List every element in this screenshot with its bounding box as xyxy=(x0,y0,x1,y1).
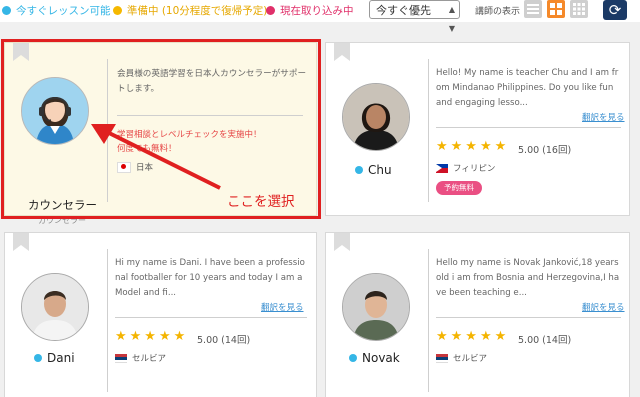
portrait-icon xyxy=(22,274,88,340)
teacher-photo-dani xyxy=(21,273,89,341)
teacher-card-dani[interactable]: Dani Hi my name is Dani. I have been a p… xyxy=(4,232,317,397)
free-booking-badge: 予約無料 xyxy=(436,181,482,195)
teacher-country: セルビア xyxy=(115,352,166,364)
tile-view-icon xyxy=(573,3,585,15)
bookmark-icon[interactable] xyxy=(13,233,29,251)
serbia-flag-icon xyxy=(115,353,127,363)
card-divider xyxy=(107,249,108,392)
teacher-name-label: Dani xyxy=(47,351,75,365)
teacher-photo-novak xyxy=(342,273,410,341)
rating-value: 5.00 (16回) xyxy=(518,145,572,156)
teacher-country: フィリピン xyxy=(436,162,495,174)
status-in-booking: 現在取り込み中 xyxy=(266,3,354,18)
teacher-name-label: Chu xyxy=(368,163,392,177)
teacher-country-label: セルビア xyxy=(453,354,488,364)
teacher-name-dani[interactable]: Dani xyxy=(34,351,75,365)
status-available-label: 今すぐレッスン可能 xyxy=(16,5,111,17)
card-rule xyxy=(115,317,307,318)
card-rule xyxy=(436,127,621,128)
card-divider xyxy=(428,249,429,392)
status-busy-label: 現在取り込み中 xyxy=(280,5,354,17)
status-preparing-label: 準備中 (10分程度で復帰予定) xyxy=(127,5,268,17)
rating-value: 5.00 (14回) xyxy=(197,335,251,346)
serbia-flag-icon xyxy=(436,353,448,363)
online-status-icon xyxy=(34,354,42,362)
teacher-card-novak[interactable]: Novak Hello my name is Novak Janković,18… xyxy=(325,232,630,397)
teacher-card-chu[interactable]: Chu Hello! My name is teacher Chu and I … xyxy=(325,42,630,216)
display-label: 講師の表示 xyxy=(475,7,521,17)
card-divider xyxy=(428,59,429,202)
list-view-icon xyxy=(527,4,539,14)
teacher-intro: Hello! My name is teacher Chu and I am f… xyxy=(436,68,619,108)
busy-dot-icon xyxy=(266,6,275,15)
sort-select-value: 今すぐ優先 xyxy=(376,4,431,17)
teacher-country: セルビア xyxy=(436,352,487,364)
teacher-intro: Hello my name is Novak Janković,18 years… xyxy=(436,258,620,298)
sort-select[interactable]: 今すぐ優先 ▲ ▼ xyxy=(369,0,460,33)
bookmark-icon[interactable] xyxy=(334,43,350,61)
rating-value: 5.00 (14回) xyxy=(518,335,572,346)
card-rule xyxy=(436,317,621,318)
translate-link[interactable]: 翻訳を見る xyxy=(261,301,304,313)
tile-view-button[interactable] xyxy=(570,0,588,18)
rating-stars-icon: ★★★★★ xyxy=(436,329,510,344)
philippines-flag-icon xyxy=(436,163,448,173)
portrait-icon xyxy=(343,84,409,150)
teacher-country-label: フィリピン xyxy=(453,164,496,174)
refresh-icon: ⟳ xyxy=(608,1,622,19)
online-status-icon xyxy=(349,354,357,362)
preparing-dot-icon xyxy=(113,6,122,15)
teacher-intro: Hi my name is Dani. I have been a profes… xyxy=(115,258,305,298)
rating-stars-icon: ★★★★★ xyxy=(436,139,510,154)
portrait-icon xyxy=(343,274,409,340)
teacher-name-novak[interactable]: Novak xyxy=(349,351,400,365)
grid-view-icon xyxy=(550,3,562,15)
rating-stars-icon: ★★★★★ xyxy=(115,329,189,344)
teacher-name-chu[interactable]: Chu xyxy=(355,163,392,177)
select-arrows-icon: ▲ ▼ xyxy=(448,5,455,33)
online-status-icon xyxy=(355,166,363,174)
translate-link[interactable]: 翻訳を見る xyxy=(582,111,625,123)
grid-view-button[interactable] xyxy=(547,0,565,18)
teacher-photo-chu xyxy=(342,83,410,151)
status-bar: 今すぐレッスン可能 準備中 (10分程度で復帰予定) 現在取り込み中 今すぐ優先… xyxy=(0,0,640,33)
teacher-country-label: セルビア xyxy=(132,354,167,364)
bookmark-icon[interactable] xyxy=(334,233,350,251)
translate-link[interactable]: 翻訳を見る xyxy=(582,301,625,313)
status-preparing: 準備中 (10分程度で復帰予定) xyxy=(113,3,267,18)
teacher-name-label: Novak xyxy=(362,351,400,365)
status-available-now: 今すぐレッスン可能 xyxy=(2,3,111,18)
list-view-button[interactable] xyxy=(524,0,542,18)
refresh-button[interactable]: ⟳ xyxy=(603,0,627,20)
available-dot-icon xyxy=(2,6,11,15)
annotation-callout: ここを選択 xyxy=(227,194,295,210)
